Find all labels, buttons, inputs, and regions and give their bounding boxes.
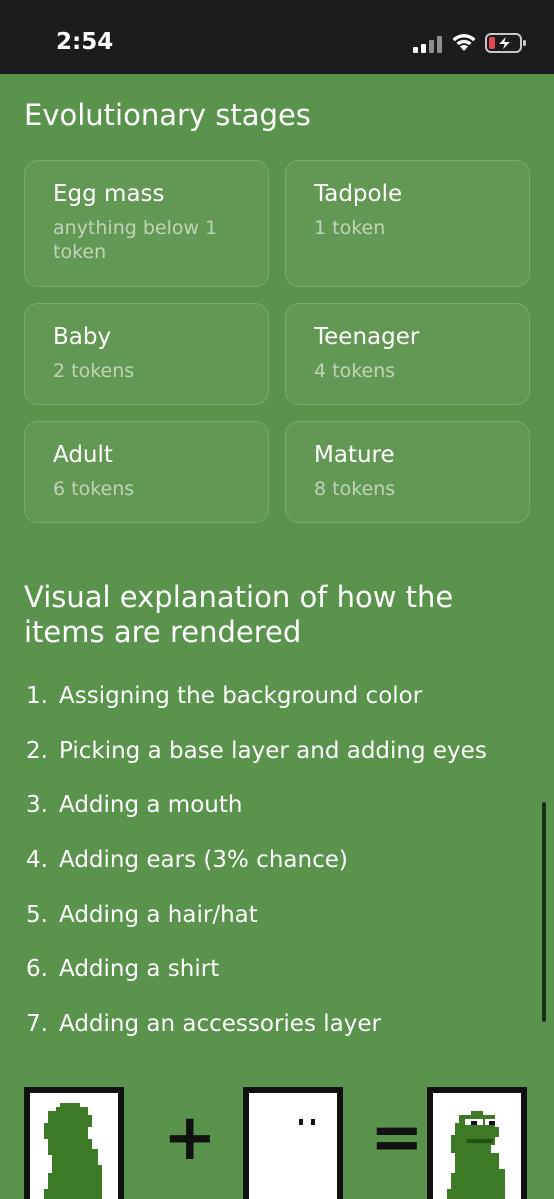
step-number: 7. <box>26 1011 48 1037</box>
stage-value: 6 tokens <box>53 478 135 500</box>
step-number: 5. <box>26 902 48 928</box>
step-text: Picking a base layer and adding eyes <box>59 738 487 764</box>
stage-value: 2 tokens <box>53 360 135 382</box>
stage-name: Teenager <box>314 324 420 350</box>
step-text: Adding an accessories layer <box>59 1011 381 1037</box>
frog-with-eyes-icon <box>447 1111 505 1199</box>
stage-card-baby: Baby 2 tokens <box>24 303 269 405</box>
section-title-evolutionary-stages: Evolutionary stages <box>24 98 311 132</box>
stage-value: 4 tokens <box>314 360 396 382</box>
stage-name: Adult <box>53 442 113 468</box>
stage-name: Mature <box>314 442 395 468</box>
stage-name: Baby <box>53 324 112 350</box>
step-number: 3. <box>26 792 48 818</box>
stage-value: 8 tokens <box>314 478 396 500</box>
status-time: 2:54 <box>56 29 114 55</box>
step-number: 2. <box>26 738 48 764</box>
step-text: Adding a hair/hat <box>59 902 258 928</box>
wifi-icon <box>452 34 476 51</box>
stage-card-egg-mass: Egg mass anything below 1 token <box>24 160 269 287</box>
plus-sign: + <box>163 1101 217 1175</box>
stage-card-adult: Adult 6 tokens <box>24 421 269 523</box>
step-text: Adding ears (3% chance) <box>59 847 348 873</box>
stage-card-tadpole: Tadpole 1 token <box>285 160 530 287</box>
stage-card-mature: Mature 8 tokens <box>285 421 530 523</box>
eyes-layer-image <box>243 1087 343 1199</box>
equals-sign: = <box>370 1101 424 1175</box>
stage-value: anything below 1 token <box>53 217 218 263</box>
step-text: Assigning the background color <box>59 683 423 709</box>
step-number: 4. <box>26 847 48 873</box>
result-frog-image <box>427 1087 527 1199</box>
eyes-icon <box>299 1119 315 1125</box>
status-bar: 2:54 <box>0 0 554 74</box>
base-layer-image <box>24 1087 124 1199</box>
battery-charging-icon <box>485 33 526 53</box>
signal-icon <box>413 35 443 53</box>
frog-silhouette-icon <box>44 1103 102 1199</box>
step-number: 1. <box>26 683 48 709</box>
step-text: Adding a mouth <box>59 792 243 818</box>
section-title-visual-explanation: Visual explanation of how the items are … <box>24 580 454 649</box>
stage-name: Tadpole <box>314 181 403 207</box>
stage-value: 1 token <box>314 217 386 239</box>
step-text: Adding a shirt <box>59 956 220 982</box>
stage-name: Egg mass <box>53 181 165 207</box>
scroll-indicator[interactable] <box>542 802 546 1022</box>
step-number: 6. <box>26 956 48 982</box>
stage-card-teenager: Teenager 4 tokens <box>285 303 530 405</box>
